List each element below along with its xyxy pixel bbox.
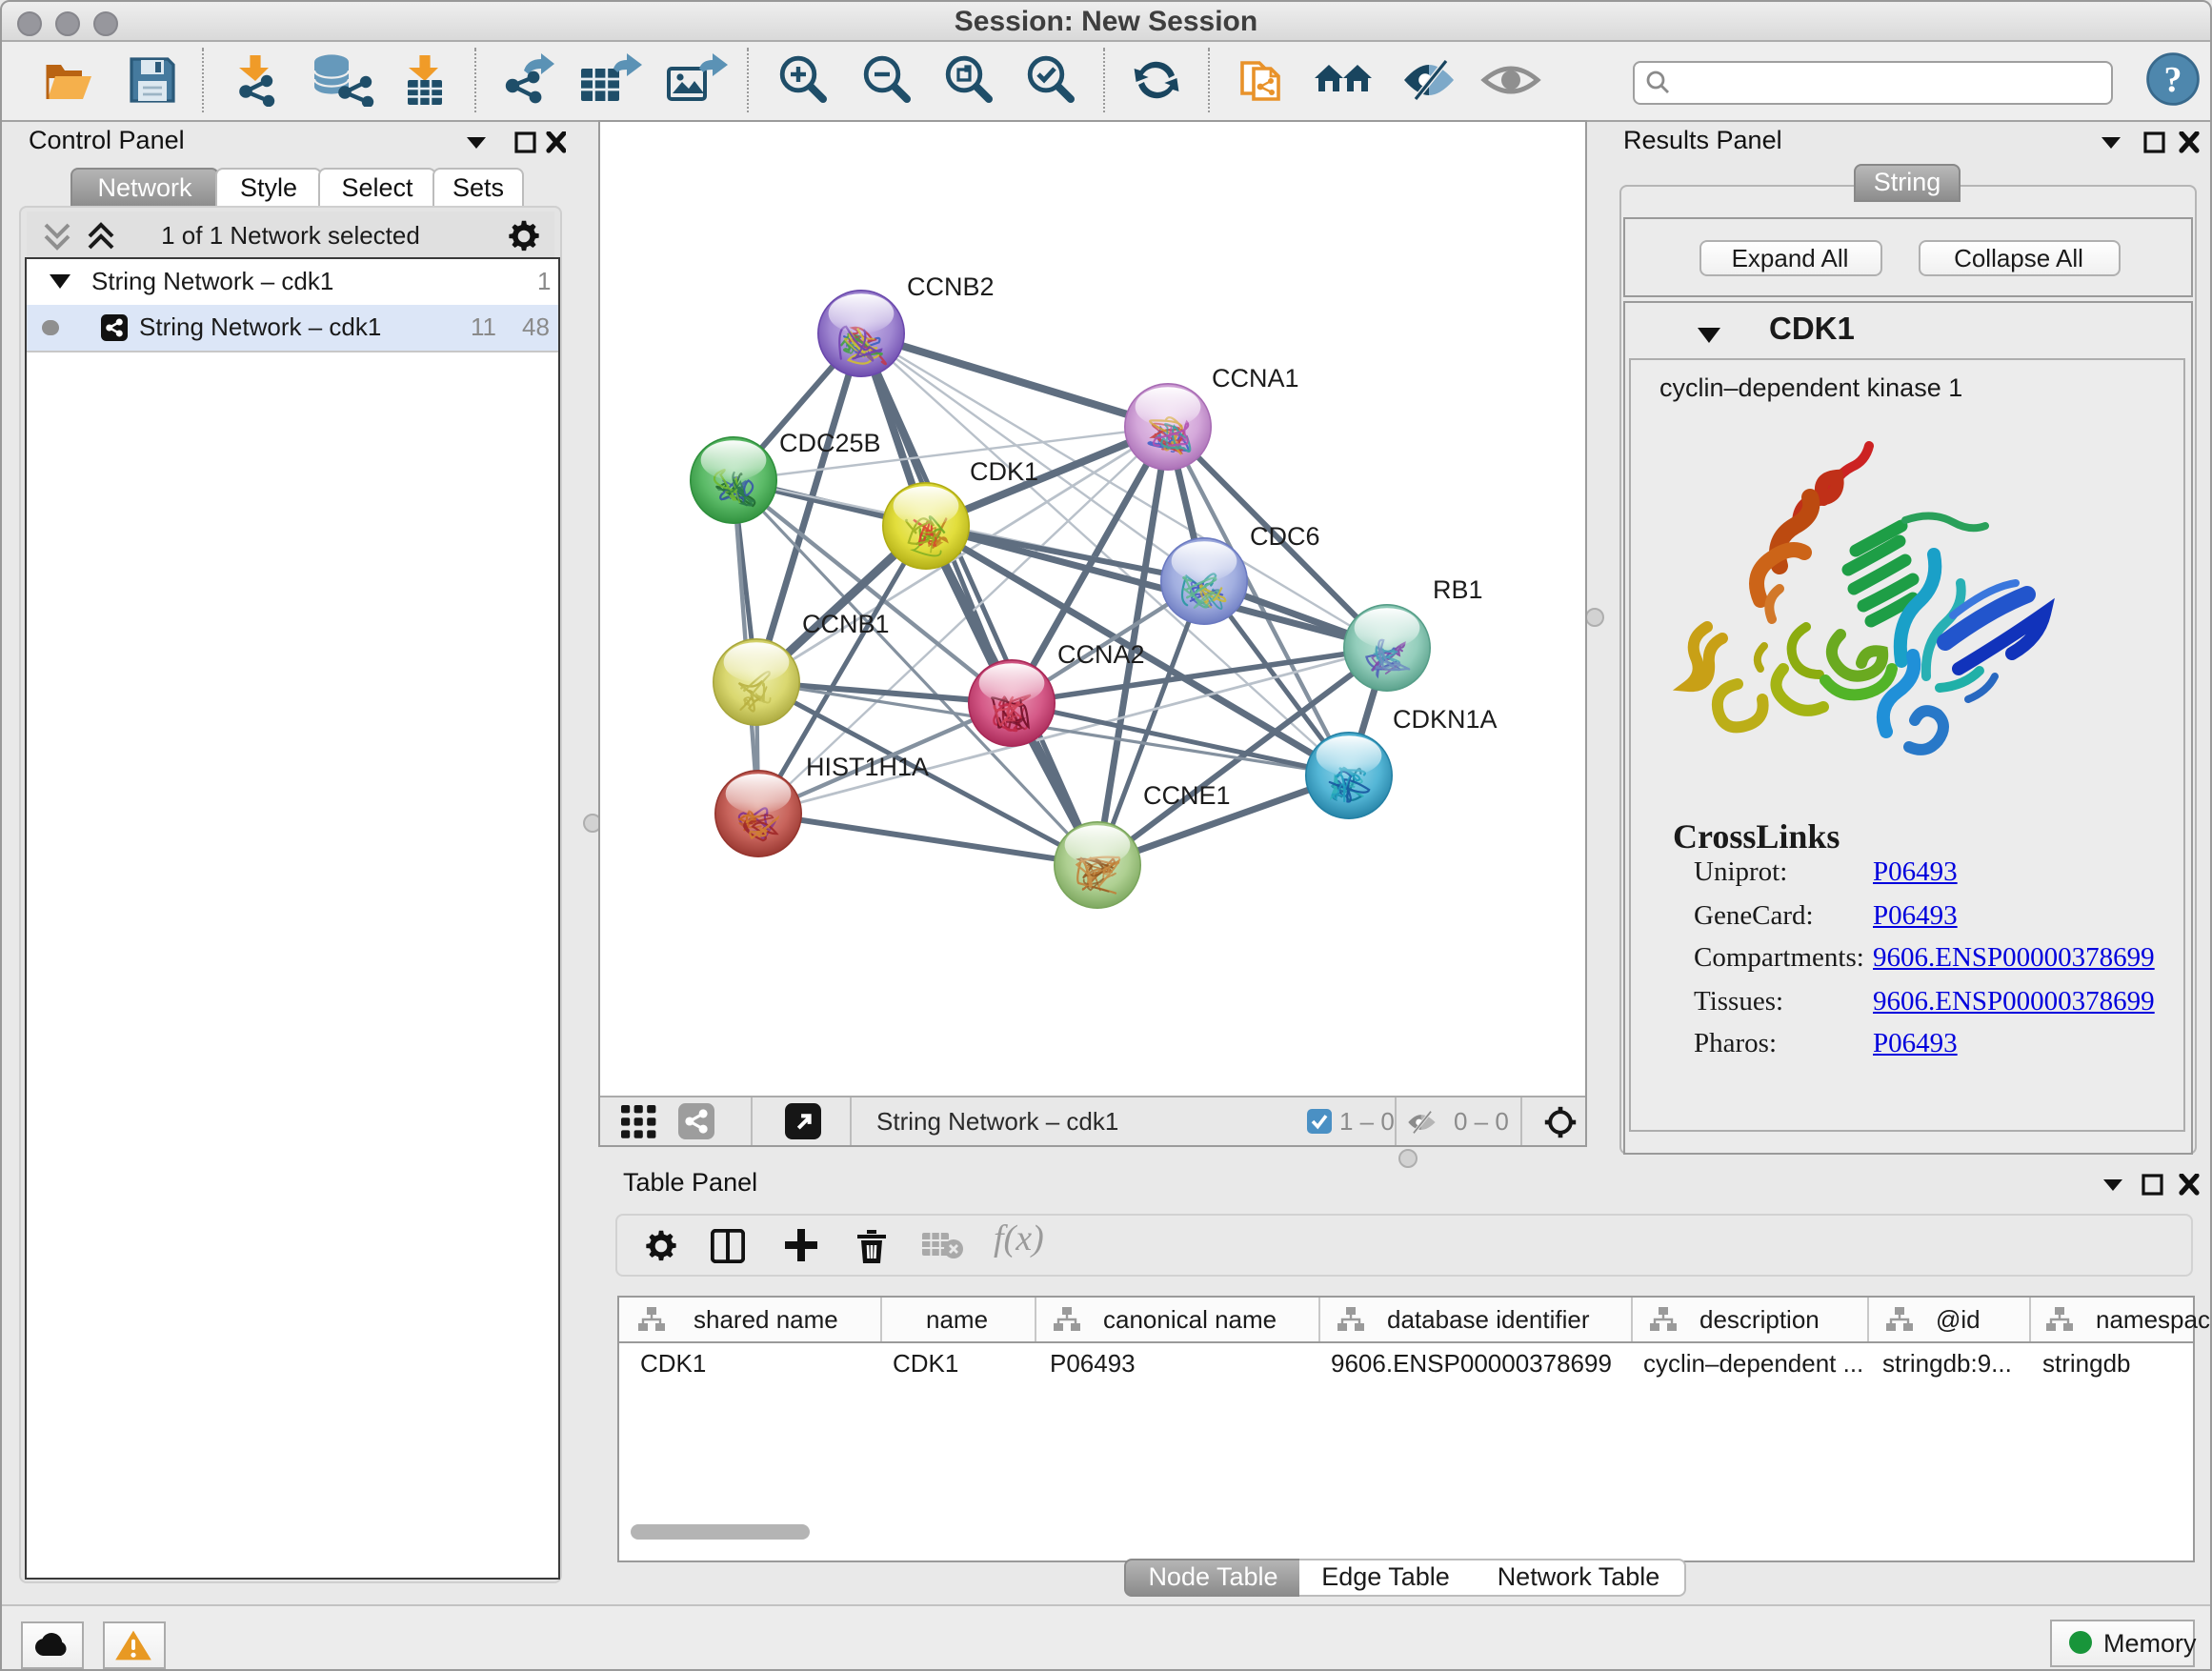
svg-text:HIST1H1A: HIST1H1A: [806, 753, 929, 781]
svg-text:CCNA1: CCNA1: [1212, 364, 1299, 393]
svg-text:CDC6: CDC6: [1250, 522, 1320, 551]
svg-text:CDC25B: CDC25B: [779, 429, 881, 457]
svg-text:?: ?: [2164, 60, 2182, 100]
svg-text:CDKN1A: CDKN1A: [1393, 705, 1498, 734]
svg-text:CCNA2: CCNA2: [1057, 640, 1145, 669]
svg-text:RB1: RB1: [1433, 575, 1483, 604]
svg-text:CDK1: CDK1: [970, 457, 1038, 486]
svg-text:CCNB2: CCNB2: [907, 272, 995, 301]
svg-text:CCNE1: CCNE1: [1143, 781, 1231, 810]
svg-text:CCNB1: CCNB1: [802, 610, 890, 638]
